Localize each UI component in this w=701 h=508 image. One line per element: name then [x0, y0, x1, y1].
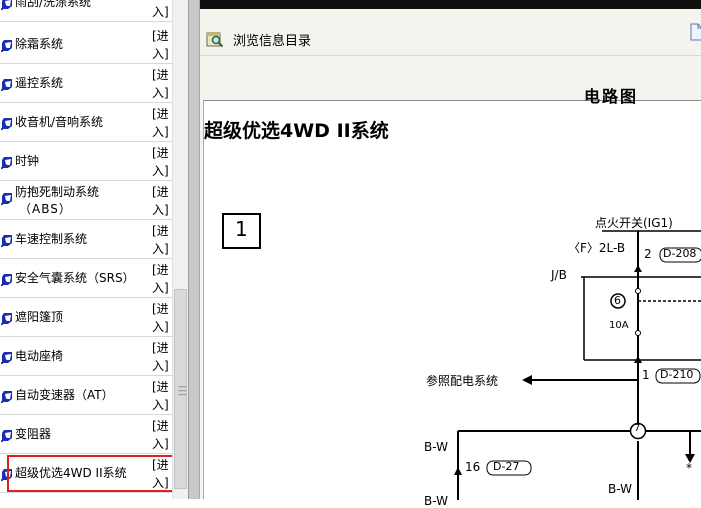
fuse-rating: 10A: [609, 320, 629, 331]
connector-2-label: 2: [644, 247, 652, 261]
nav-item-enter-link[interactable]: [进入]: [152, 261, 170, 297]
nav-item-label[interactable]: 变阻器: [15, 426, 51, 443]
nav-item-enter-link[interactable]: [进入]: [152, 183, 170, 219]
nav-item[interactable]: 遮阳篷顶 [进入]: [0, 298, 172, 337]
nav-item-enter-link[interactable]: [进入]: [152, 105, 170, 141]
jb-label: J/B: [551, 268, 567, 282]
wire-2lb-label: 〈F〉2L-B: [568, 241, 626, 255]
scrollbar-thumb[interactable]: — — —: [174, 289, 187, 489]
nav-item-label[interactable]: 收音机/音响系统: [15, 114, 103, 131]
junction-7-label: 7: [634, 423, 641, 434]
document-frame: 电路图 超级优选4WD II系统 1 点火开关(IG1) 〈F〉2L-B 2 D…: [200, 56, 701, 508]
doc-link-icon: [1, 193, 12, 205]
doc-link-icon: [1, 313, 12, 325]
nav-item-enter-link[interactable]: [进入]: [152, 144, 170, 180]
wire-bw-bottom: B-W: [424, 494, 448, 508]
ref-d27: D-27: [493, 460, 520, 473]
doc-link-icon: [1, 157, 12, 169]
ref-d208: D-208: [663, 247, 697, 260]
nav-item-enter-link[interactable]: [进入]: [152, 66, 170, 102]
nav-item-label[interactable]: 除霜系统: [15, 36, 63, 53]
doc-link-icon: [1, 430, 12, 442]
nav-item[interactable]: 电动座椅 [进入]: [0, 337, 172, 376]
see-distribution-label: 参照配电系统: [426, 374, 499, 388]
nav-item-enter-link[interactable]: [进入]: [152, 27, 170, 63]
nav-item-enter-link[interactable]: [进入]: [152, 378, 170, 414]
connector-16-label: 16: [465, 460, 481, 474]
diagram-title: 超级优选4WD II系统: [204, 120, 389, 142]
nav-item[interactable]: 收音机/音响系统 [进入]: [0, 103, 172, 142]
ignition-switch-label: 点火开关(IG1): [595, 216, 673, 230]
doc-link-icon: [1, 274, 12, 286]
doc-link-icon: [1, 118, 12, 130]
nav-item[interactable]: 自动变速器（AT） [进入]: [0, 376, 172, 415]
wire-bw-right: B-W: [608, 482, 632, 496]
nav-item-label[interactable]: 遥控系统: [15, 75, 63, 92]
nav-item-enter-link[interactable]: [进入]: [152, 222, 170, 258]
top-dark-bar: [200, 0, 701, 9]
nav-item[interactable]: 车速控制系统 [进入]: [0, 220, 172, 259]
doc-link-icon: [1, 40, 12, 52]
nav-item-label[interactable]: 雨刮/洗涤系统: [15, 0, 91, 11]
nav-item-enter-link[interactable]: [进入]: [152, 339, 170, 375]
doc-link-icon: [1, 391, 12, 403]
nav-item[interactable]: 除霜系统 [进入]: [0, 25, 172, 64]
nav-item-label[interactable]: 车速控制系统: [15, 231, 87, 248]
nav-item[interactable]: 遥控系统 [进入]: [0, 64, 172, 103]
nav-item-enter-link[interactable]: [进入]: [152, 300, 170, 336]
nav-item-label[interactable]: 安全气囊系统（SRS）: [15, 270, 135, 287]
diagram-number: 1: [235, 217, 248, 241]
nav-item-label[interactable]: 时钟: [15, 153, 39, 170]
star-marker: *: [686, 461, 692, 475]
connector-1-label: 1: [642, 368, 650, 382]
nav-item-enter-link[interactable]: [进入]: [152, 0, 170, 21]
nav-item-label[interactable]: 防抱死制动系统: [15, 184, 99, 201]
doc-link-icon: [1, 79, 12, 91]
nav-item[interactable]: 时钟 [进入]: [0, 142, 172, 181]
browse-catalog-icon[interactable]: [206, 30, 224, 48]
doc-link-icon: [1, 0, 12, 10]
nav-item-label[interactable]: 自动变速器（AT）: [15, 387, 114, 404]
diagram-header: 电路图: [584, 87, 639, 106]
nav-item[interactable]: 雨刮/洗涤系统 [进入]: [0, 0, 172, 22]
nav-item-enter-link[interactable]: [进入]: [152, 417, 170, 453]
fuse-number: 6: [614, 294, 621, 307]
doc-link-icon: [1, 352, 12, 364]
pane-splitter[interactable]: [188, 0, 200, 499]
nav-pane: 雨刮/洗涤系统[进入]除霜系统[进入]遥控系统[进入]收音机/音响系统[进入]时…: [0, 0, 172, 499]
doc-link-icon: [1, 235, 12, 247]
page-forward-icon[interactable]: [689, 23, 701, 41]
selected-item-highlight: [7, 455, 172, 492]
wire-bw-left: B-W: [424, 440, 448, 454]
nav-item-label-line2[interactable]: （ABS）: [19, 201, 72, 218]
scrollbar-grip-icon: — — —: [178, 382, 187, 400]
circuit-document: 电路图 超级优选4WD II系统 1 点火开关(IG1) 〈F〉2L-B 2 D…: [203, 87, 701, 508]
nav-item[interactable]: 变阻器 [进入]: [0, 415, 172, 454]
nav-item-label[interactable]: 电动座椅: [15, 348, 63, 365]
nav-item-label[interactable]: 遮阳篷顶: [15, 309, 63, 326]
ref-d210: D-210: [660, 368, 694, 381]
toolbar: 浏览信息目录: [200, 9, 701, 56]
nav-item[interactable]: 防抱死制动系统 （ABS） [进入]: [0, 181, 172, 220]
nav-scrollbar[interactable]: — — —: [172, 0, 188, 499]
nav-item[interactable]: 安全气囊系统（SRS） [进入]: [0, 259, 172, 298]
circuit-diagram: [222, 213, 701, 500]
browse-catalog-label[interactable]: 浏览信息目录: [233, 30, 311, 49]
